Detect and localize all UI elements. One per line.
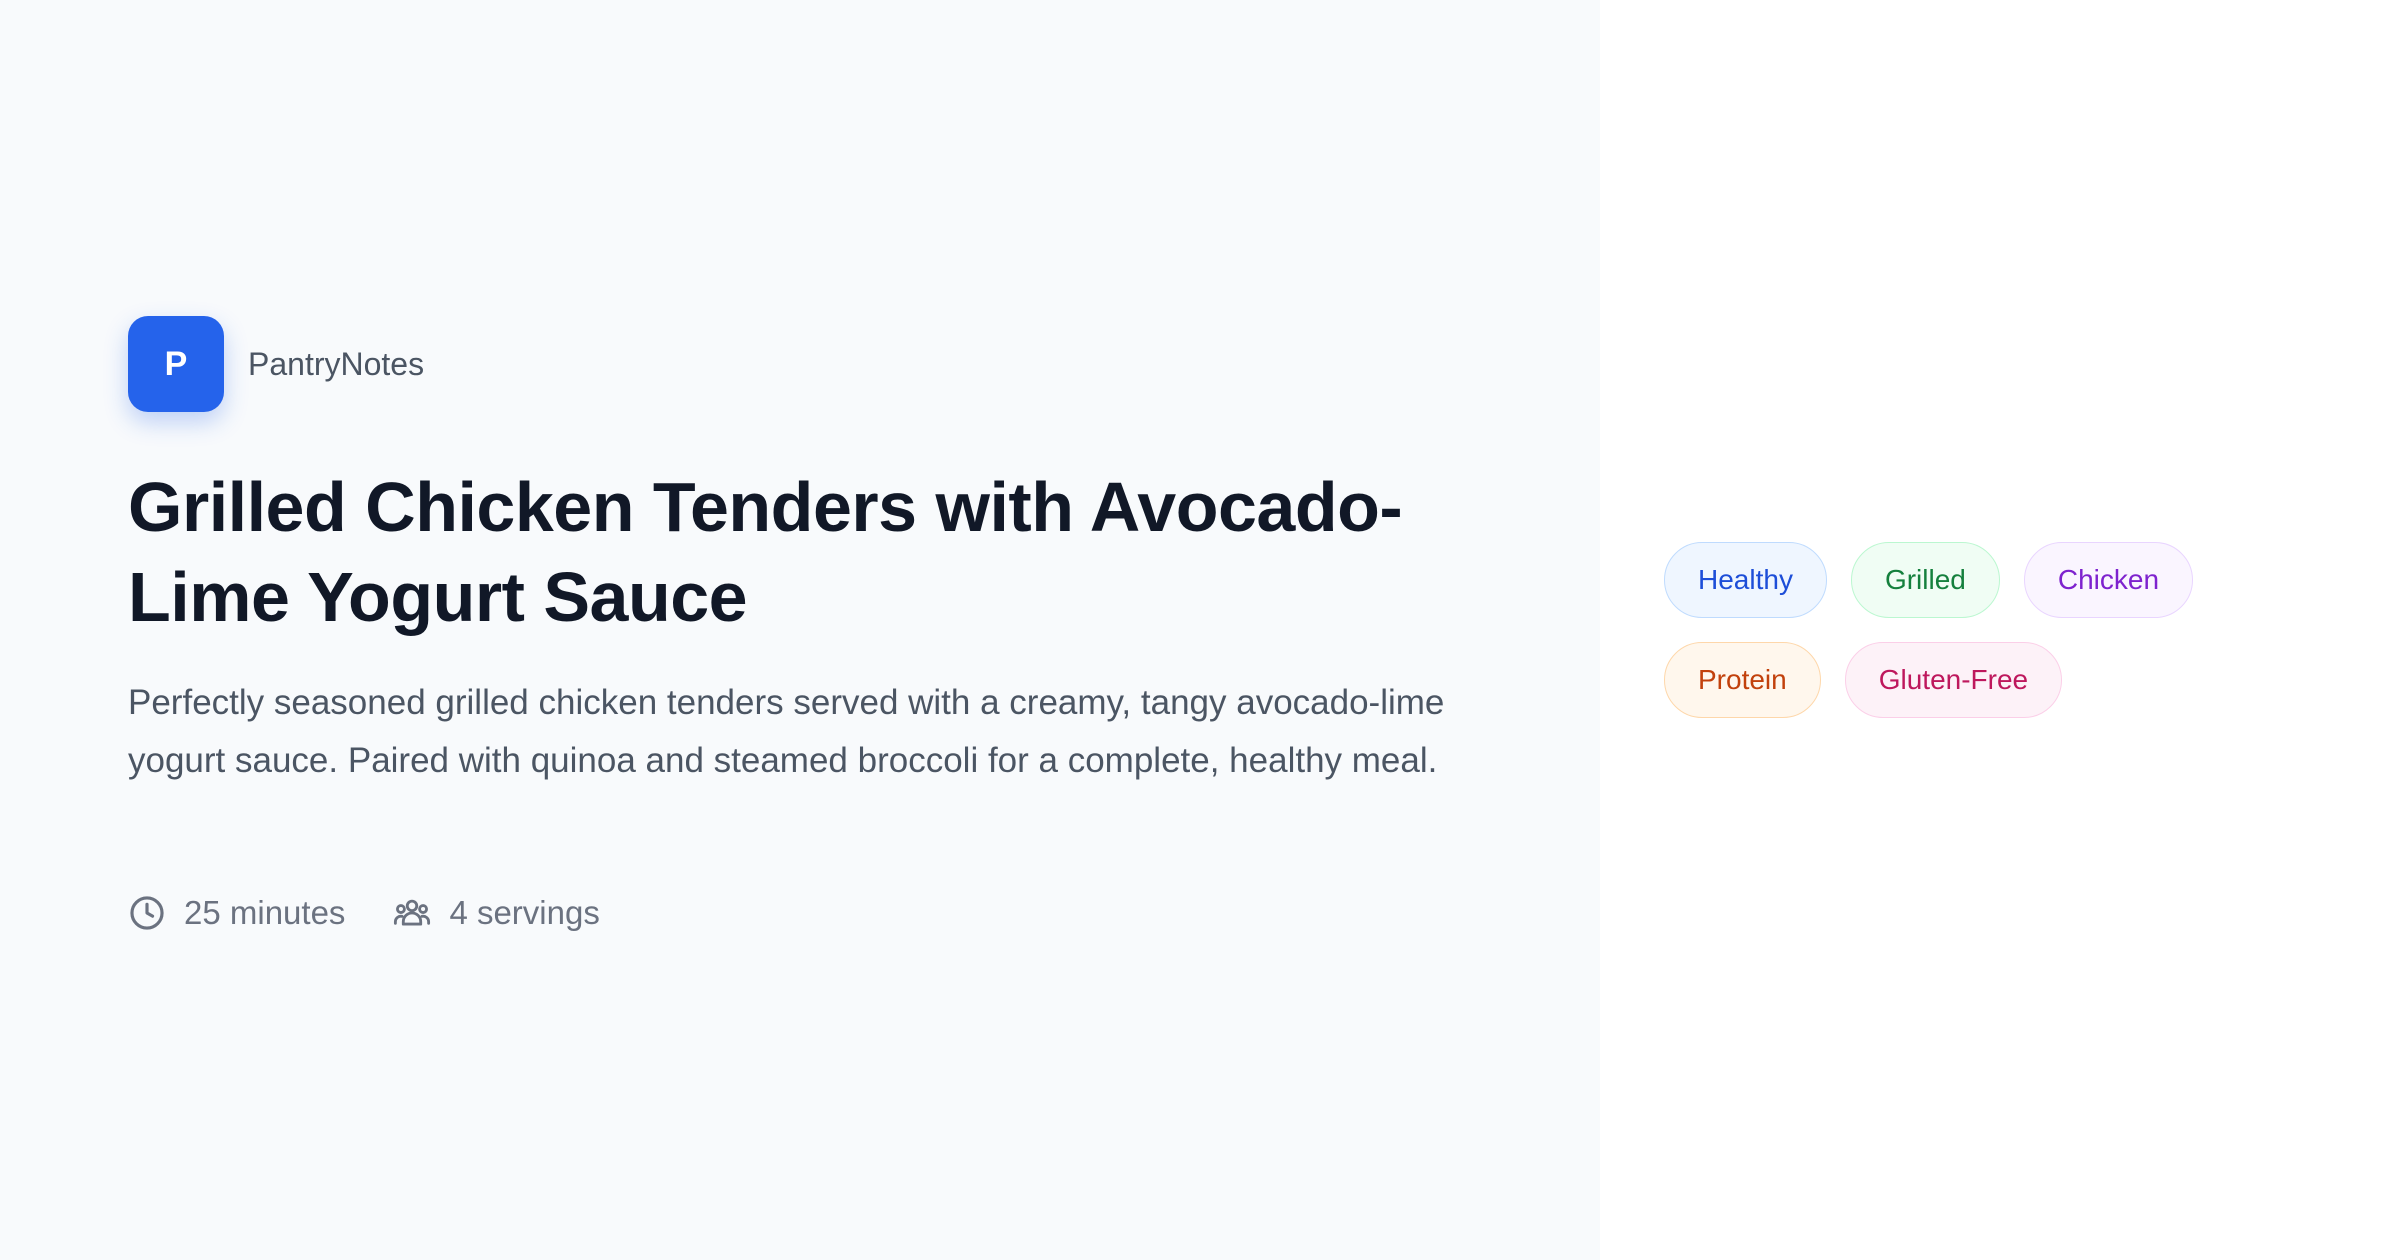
recipe-title: Grilled Chicken Tenders with Avocado-Lim… xyxy=(128,468,1403,636)
servings: 4 servings xyxy=(393,894,600,932)
cook-time-label: 25 minutes xyxy=(184,894,346,931)
users-icon xyxy=(393,894,431,932)
tag-list: Healthy Grilled Chicken Protein Gluten-F… xyxy=(1664,542,2284,742)
tag-grilled[interactable]: Grilled xyxy=(1850,542,2000,618)
clock-icon xyxy=(128,894,166,932)
tag-healthy[interactable]: Healthy xyxy=(1664,542,1827,618)
tag-chicken[interactable]: Chicken xyxy=(2023,542,2194,618)
brand-name: PantryNotes xyxy=(248,345,425,382)
servings-label: 4 servings xyxy=(449,894,600,931)
tag-protein[interactable]: Protein xyxy=(1664,642,1821,718)
brand-logo: P xyxy=(128,316,224,412)
cook-time: 25 minutes xyxy=(128,894,345,932)
tag-row: Healthy Grilled Chicken xyxy=(1664,542,2284,618)
tag-row: Protein Gluten-Free xyxy=(1664,642,2284,718)
recipe-description: Perfectly seasoned grilled chicken tende… xyxy=(128,683,1445,780)
recipe-hero-panel: P PantryNotes Grilled Chicken Tenders wi… xyxy=(0,0,1600,1260)
recipe-meta: 25 minutes 4 servings xyxy=(128,894,600,932)
brand[interactable]: P PantryNotes xyxy=(128,316,424,412)
tag-gluten-free[interactable]: Gluten-Free xyxy=(1844,642,2063,718)
